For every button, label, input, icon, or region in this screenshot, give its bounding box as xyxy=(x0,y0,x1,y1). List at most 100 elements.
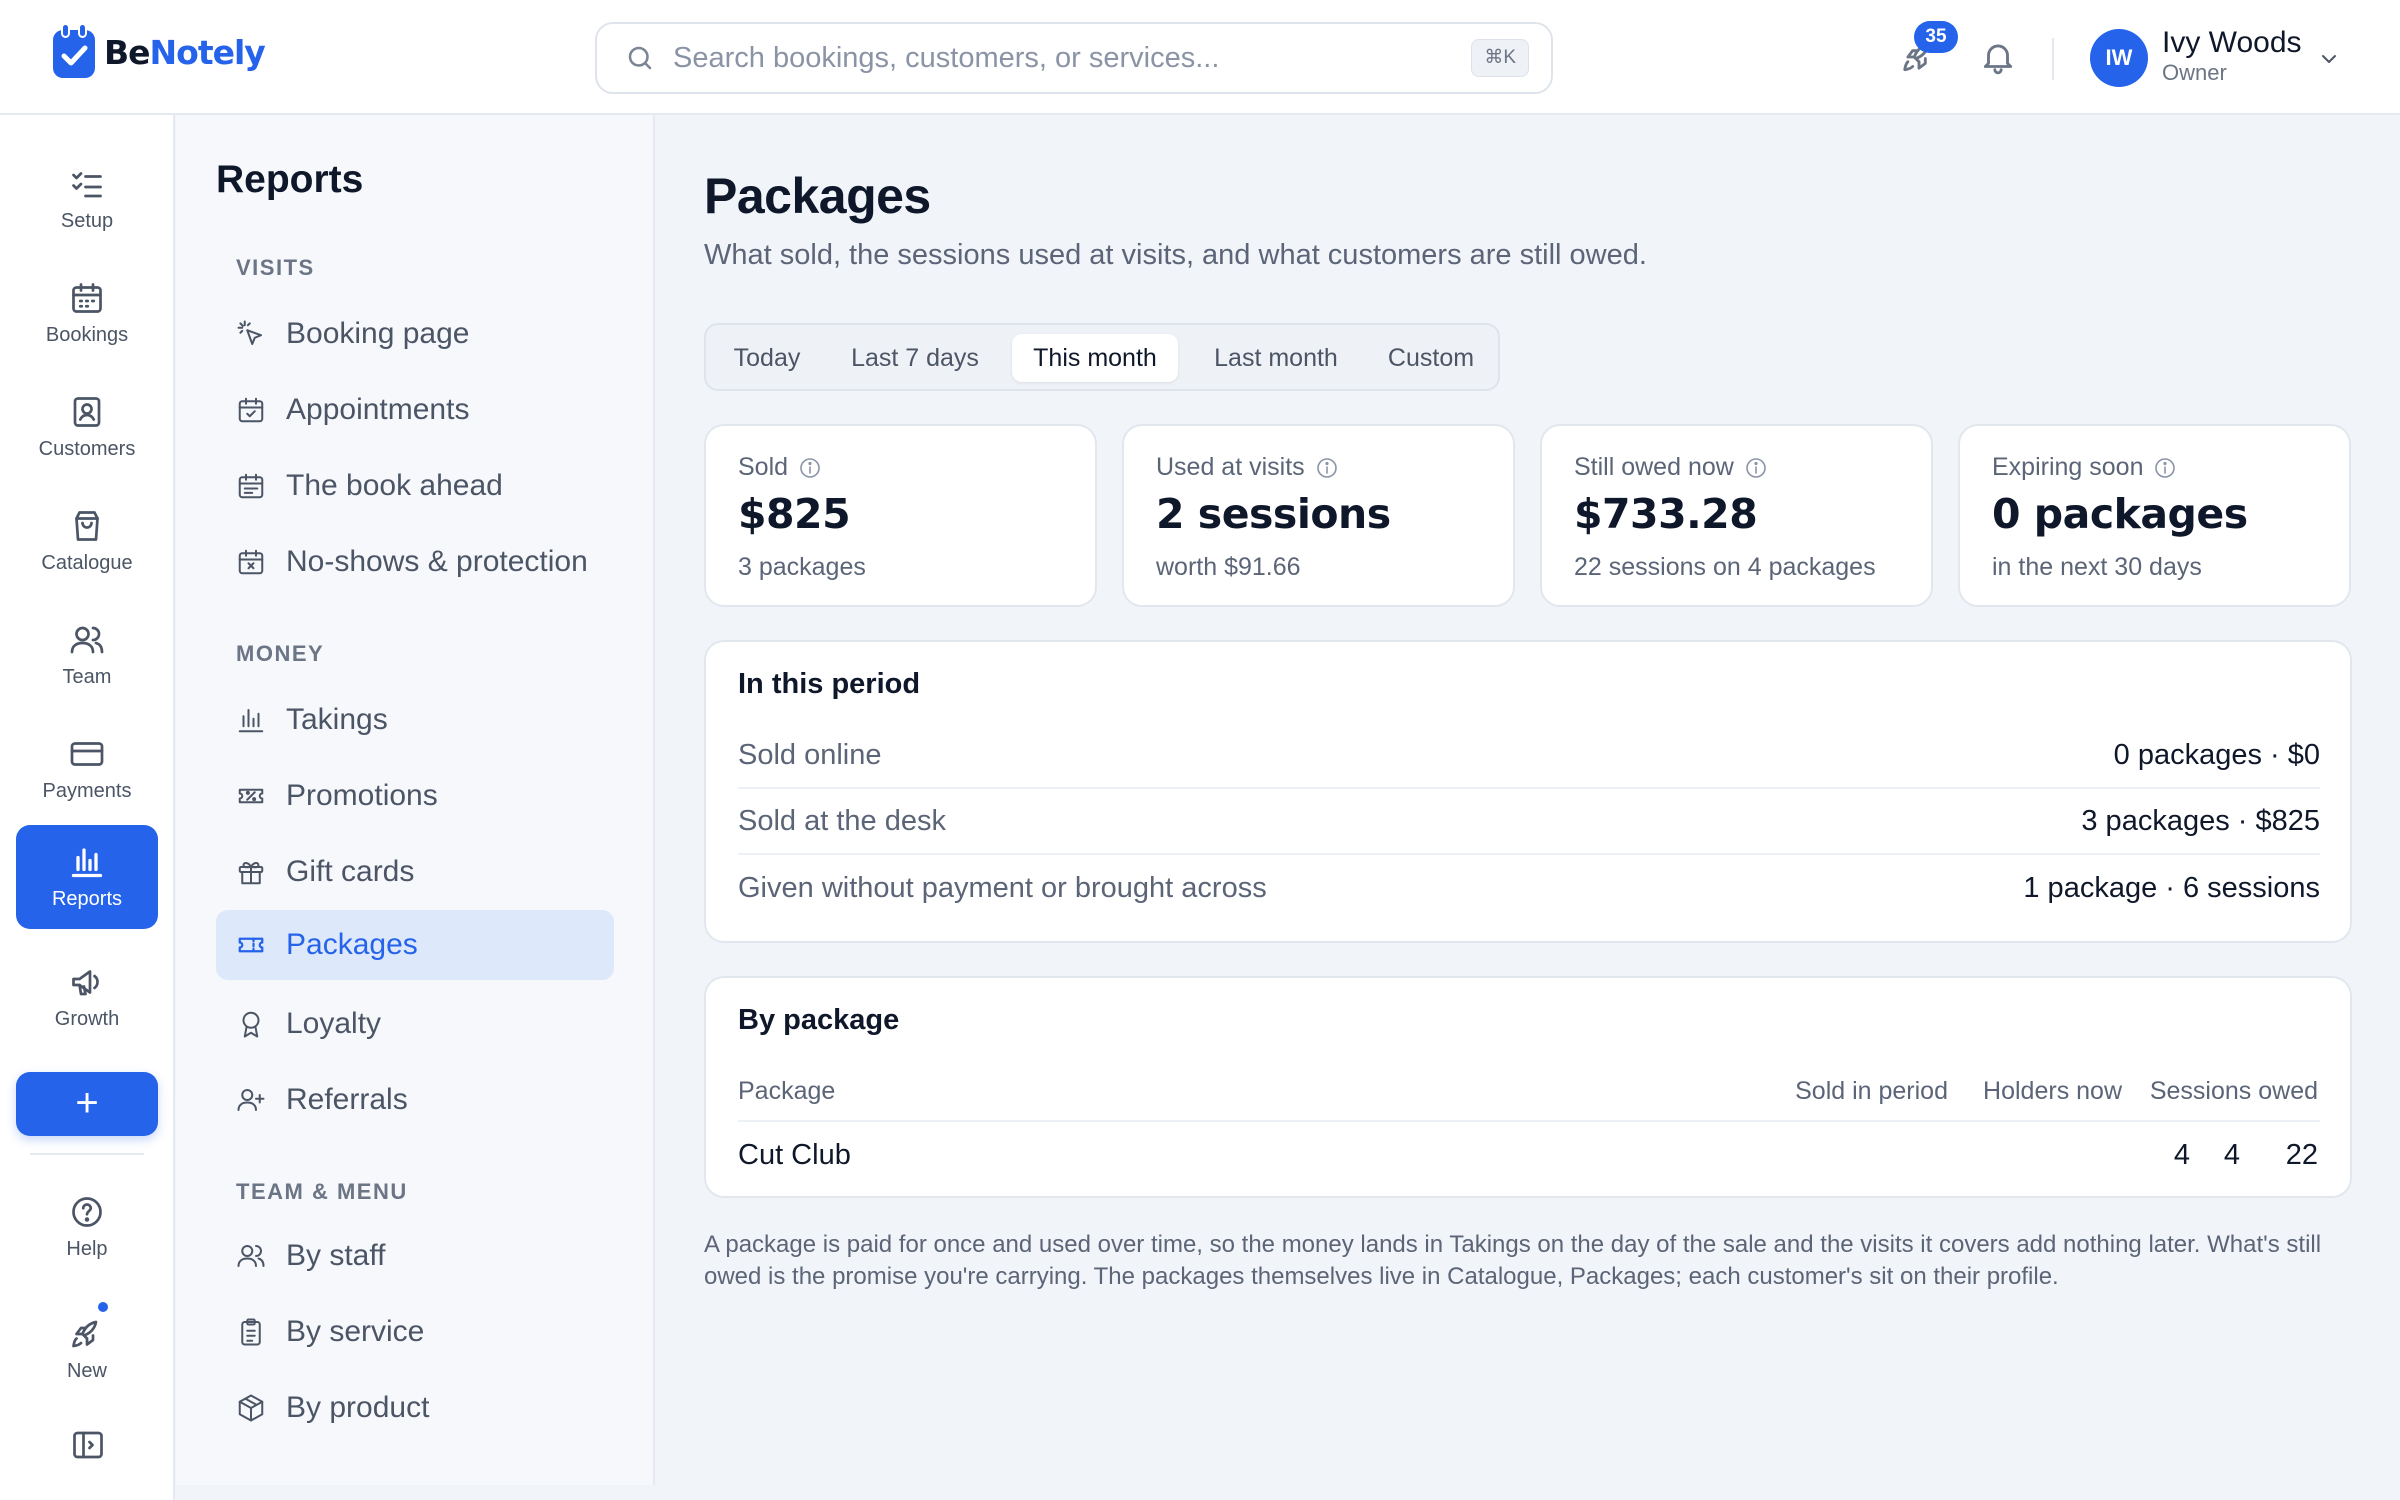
sidebar-item-takings[interactable]: Takings xyxy=(216,685,614,755)
top-bar: BeNotely Search bookings, customers, or … xyxy=(0,0,2400,115)
stat-subtext: in the next 30 days xyxy=(1992,553,2202,581)
stat-label: Used at visits xyxy=(1156,453,1305,481)
ticket-percent-icon xyxy=(238,788,264,804)
user-role: Owner xyxy=(2162,60,2227,85)
reports-sidebar: Reports VISITS Booking page Appointments… xyxy=(176,115,655,1485)
sidebar-item-gift-cards[interactable]: Gift cards xyxy=(216,837,614,907)
brand-logo[interactable]: BeNotely xyxy=(50,22,266,82)
sidebar-item-no-shows[interactable]: No-shows & protection xyxy=(216,527,614,597)
row-label: Sold online xyxy=(738,738,882,771)
brand-name: BeNotely xyxy=(104,32,266,72)
search-input[interactable]: Search bookings, customers, or services.… xyxy=(595,22,1553,94)
stat-value: $825 xyxy=(738,490,851,538)
rail-item-new[interactable]: New xyxy=(16,1297,158,1401)
chevron-down-icon[interactable] xyxy=(2317,47,2341,71)
bar-chart-icon xyxy=(238,709,264,733)
sidebar-toggle-icon[interactable] xyxy=(70,1427,106,1463)
stat-card-used-at-visits: Used at visits 2 sessions worth $91.66 xyxy=(1122,424,1515,607)
rail-item-growth[interactable]: Growth xyxy=(16,945,158,1049)
table-header-divider xyxy=(738,1120,2320,1122)
user-name[interactable]: Ivy Woods xyxy=(2162,26,2302,60)
period-row-sold-online: Sold online 0 packages · $0 xyxy=(738,723,2320,789)
calendar-check-icon xyxy=(238,397,264,423)
tab-last-month[interactable]: Last month xyxy=(1200,334,1352,382)
sidebar-item-referrals[interactable]: Referrals xyxy=(216,1065,614,1135)
info-icon[interactable] xyxy=(798,456,822,480)
rail-item-reports[interactable]: Reports xyxy=(16,825,158,929)
sidebar-item-appointments[interactable]: Appointments xyxy=(216,375,614,445)
calendar-x-icon xyxy=(238,549,264,575)
primary-nav-rail: Setup Bookings Customers Catalogue Team … xyxy=(0,115,175,1500)
rail-item-team[interactable]: Team xyxy=(16,603,158,707)
ticket-icon xyxy=(238,937,264,953)
calendar-icon xyxy=(72,282,102,313)
megaphone-icon xyxy=(72,969,99,995)
period-row-sold-desk: Sold at the desk 3 packages · $825 xyxy=(738,789,2320,855)
period-row-given-free: Given without payment or brought across … xyxy=(738,855,2320,921)
bell-icon[interactable] xyxy=(1979,38,2017,76)
stat-value: $733.28 xyxy=(1574,490,1758,538)
bar-chart-icon xyxy=(71,847,103,877)
sidebar-item-by-staff[interactable]: By staff xyxy=(216,1221,614,1291)
date-range-tabs: Today Last 7 days This month Last month … xyxy=(704,323,1500,391)
sidebar-title: Reports xyxy=(216,158,364,201)
column-header-package[interactable]: Package xyxy=(738,1077,835,1106)
rocket-icon xyxy=(72,1320,98,1347)
tab-this-month[interactable]: This month xyxy=(1012,334,1178,382)
tab-last-7-days[interactable]: Last 7 days xyxy=(840,334,990,382)
page-subtitle: What sold, the sessions used at visits, … xyxy=(704,239,1647,271)
header-divider xyxy=(2052,38,2054,80)
cell-package-name: Cut Club xyxy=(738,1139,851,1171)
sidebar-item-promotions[interactable]: Promotions xyxy=(216,761,614,831)
help-circle-icon xyxy=(72,1196,102,1227)
rail-item-customers[interactable]: Customers xyxy=(16,375,158,479)
stat-label: Expiring soon xyxy=(1992,453,2144,481)
package-icon xyxy=(238,1394,264,1422)
clipboard-check-logo-icon xyxy=(53,23,95,78)
shopping-bag-icon xyxy=(75,510,99,541)
card-title: By package xyxy=(738,1004,900,1036)
new-indicator-dot xyxy=(96,1300,110,1314)
row-label: Given without payment or brought across xyxy=(738,871,1267,904)
column-header-sold-in-period[interactable]: Sold in period xyxy=(1795,1077,1948,1106)
stat-card-sold: Sold $825 3 packages xyxy=(704,424,1097,607)
tab-custom[interactable]: Custom xyxy=(1374,334,1488,382)
stat-value: 0 packages xyxy=(1992,490,2248,538)
rail-item-payments[interactable]: Payments xyxy=(16,717,158,821)
tab-today[interactable]: Today xyxy=(720,334,814,382)
cell-sessions-owed: 22 xyxy=(2285,1139,2318,1171)
stat-label: Still owed now xyxy=(1574,453,1734,481)
column-header-holders-now[interactable]: Holders now xyxy=(1983,1077,2122,1106)
users-icon xyxy=(70,626,104,653)
info-icon[interactable] xyxy=(1315,456,1339,480)
sidebar-item-book-ahead[interactable]: The book ahead xyxy=(216,451,614,521)
stat-subtext: worth $91.66 xyxy=(1156,553,1301,581)
rail-item-bookings[interactable]: Bookings xyxy=(16,261,158,365)
users-icon xyxy=(237,1245,265,1267)
contact-card-icon xyxy=(73,396,101,427)
explanatory-footnote: A package is paid for once and used over… xyxy=(704,1231,2322,1290)
calendar-days-icon xyxy=(238,473,264,499)
stat-subtext: 22 sessions on 4 packages xyxy=(1574,553,1876,581)
row-value: 3 packages · $825 xyxy=(2081,804,2320,837)
rail-item-setup[interactable]: Setup xyxy=(16,147,158,251)
rail-item-help[interactable]: Help xyxy=(16,1175,158,1279)
sidebar-item-packages[interactable]: Packages xyxy=(216,910,614,980)
info-icon[interactable] xyxy=(2153,456,2177,480)
sidebar-item-booking-page[interactable]: Booking page xyxy=(216,299,614,369)
sidebar-item-by-product[interactable]: By product xyxy=(216,1373,614,1443)
avatar[interactable]: IW xyxy=(2090,29,2148,87)
sidebar-item-loyalty[interactable]: Loyalty xyxy=(216,989,614,1059)
info-icon[interactable] xyxy=(1744,456,1768,480)
sidebar-item-by-service[interactable]: By service xyxy=(216,1297,614,1367)
user-plus-icon xyxy=(237,1089,265,1111)
search-shortcut-hint: ⌘K xyxy=(1471,39,1529,77)
stat-label: Sold xyxy=(738,453,789,481)
column-header-sessions-owed[interactable]: Sessions owed xyxy=(2150,1077,2318,1106)
stat-value: 2 sessions xyxy=(1156,490,1391,538)
rail-item-catalogue[interactable]: Catalogue xyxy=(16,489,158,593)
by-package-card: By package Package Sold in period Holder… xyxy=(704,976,2352,1198)
award-icon xyxy=(242,1011,260,1038)
sidebar-section-visits: VISITS xyxy=(236,255,315,280)
add-new-button[interactable]: + xyxy=(16,1072,158,1136)
